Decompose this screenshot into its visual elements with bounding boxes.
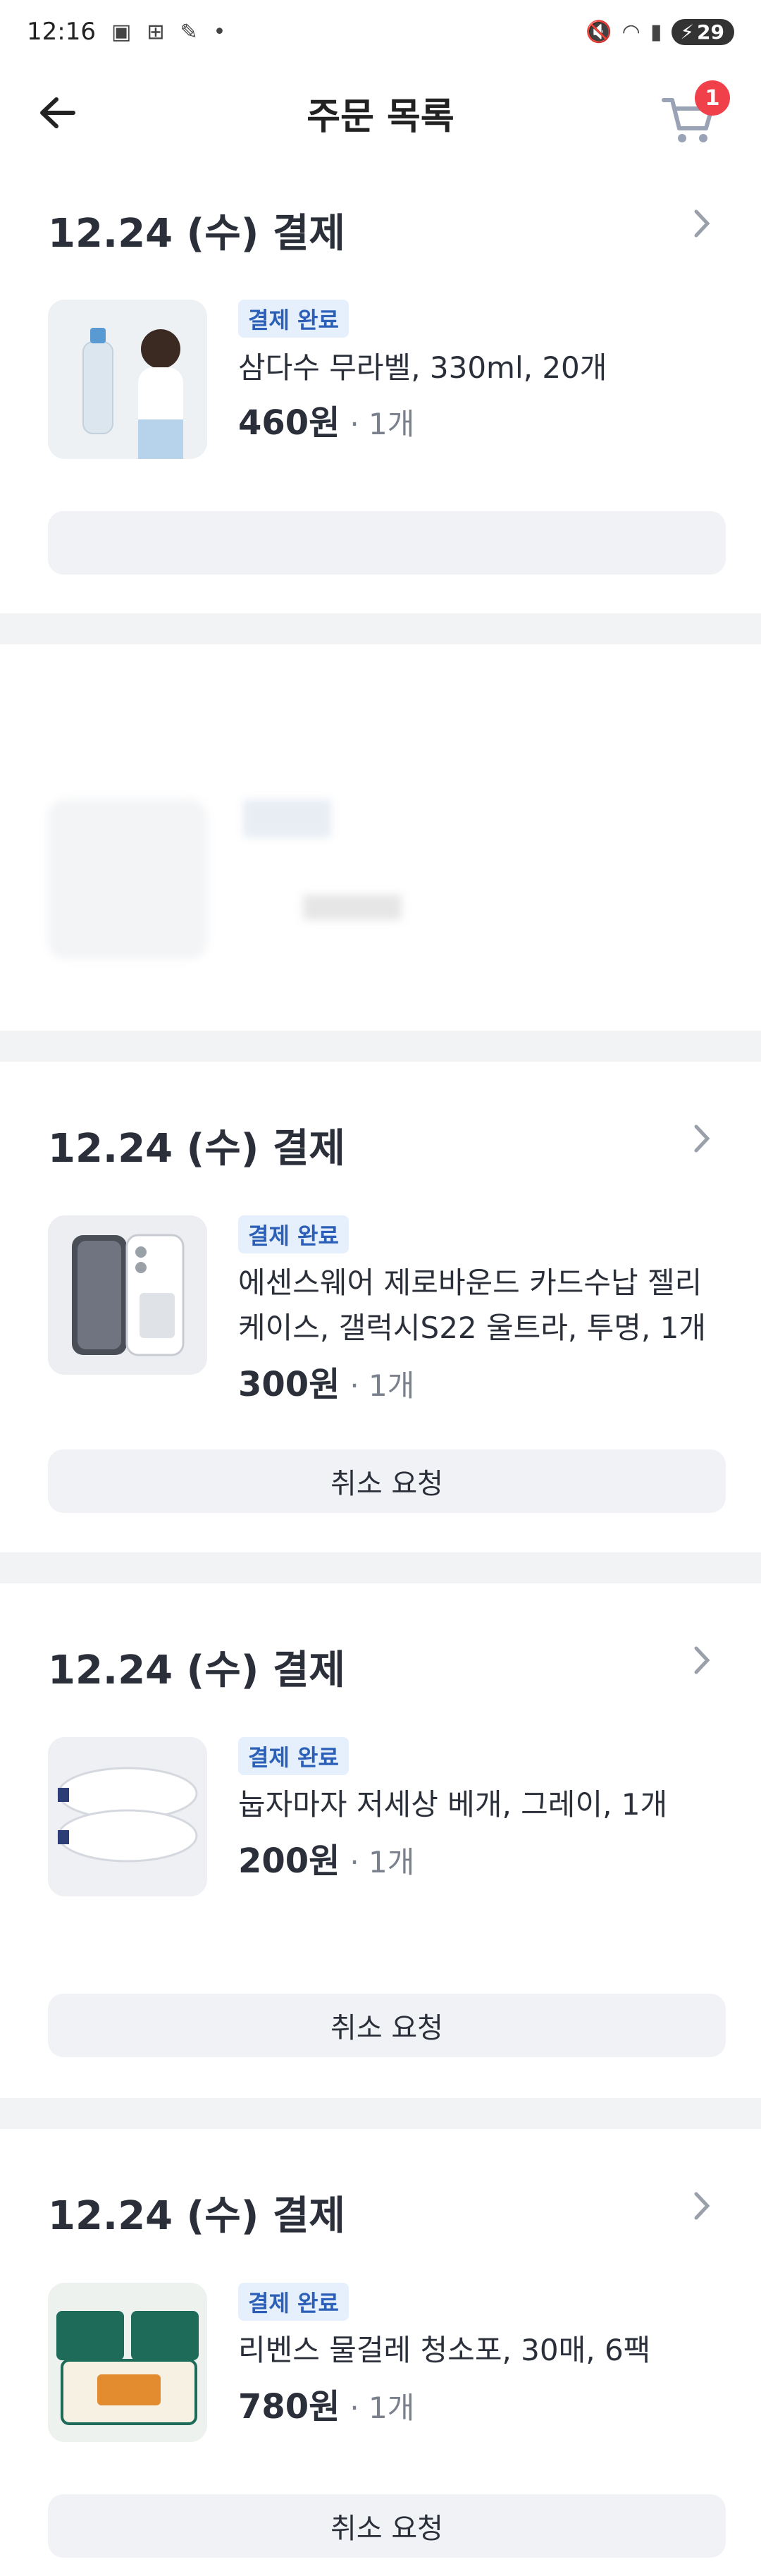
section-divider — [0, 1031, 761, 1062]
product-name[interactable]: 삼다수 무라벨, 330ml, 20개 — [238, 345, 731, 391]
product-name[interactable]: 에센스웨어 제로바운드 카드수납 젤리 케이스, 갤럭시S22 울트라, 투명,… — [238, 1261, 731, 1351]
product-thumbnail[interactable] — [48, 300, 207, 459]
app-icon: ✎ — [180, 19, 198, 44]
section-divider — [0, 1552, 761, 1583]
chevron-right-icon[interactable] — [688, 206, 716, 241]
order-card: 12.24 (수) 결제 결제 완료 삼다수 무라벨, 330ml, 20개 4… — [0, 162, 761, 613]
order-date: 12.24 (수) 결제 — [48, 211, 345, 257]
chevron-right-icon[interactable] — [688, 1121, 716, 1156]
product-price: 200원 — [238, 1841, 340, 1881]
product-quantity: · 1개 — [349, 1368, 415, 1403]
pillow-image — [48, 1737, 207, 1896]
price-row: 460원 · 1개 — [238, 395, 414, 444]
product-quantity: · 1개 — [349, 1845, 415, 1879]
chevron-right-icon[interactable] — [688, 1643, 716, 1678]
order-date: 12.24 (수) 결제 — [48, 2193, 345, 2239]
price-row: 780원 · 1개 — [238, 2379, 414, 2428]
back-arrow-icon — [40, 97, 75, 128]
price-row: 200원 · 1개 — [238, 1833, 414, 1882]
wet-wipes-image — [48, 2283, 207, 2442]
placeholder-thumbnail — [48, 799, 207, 959]
cancel-request-button[interactable]: 취소 요청 — [48, 1449, 726, 1513]
placeholder-badge — [243, 799, 331, 838]
price-row: 300원 · 1개 — [238, 1356, 414, 1406]
status-time: 12:16 — [27, 18, 96, 46]
cancel-request-button[interactable]: 취소 요청 — [48, 1994, 726, 2057]
product-price: 460원 — [238, 403, 340, 443]
product-name[interactable]: 눕자마자 저세상 베개, 그레이, 1개 — [238, 1782, 731, 1827]
status-bar: 12:16 ▣ ⊞ ✎ • 🔇 ◠ ▮ ⚡ 29 — [0, 0, 761, 63]
placeholder-text — [303, 895, 402, 920]
dot-icon: • — [213, 19, 226, 44]
product-quantity: · 1개 — [349, 407, 415, 441]
product-thumbnail[interactable] — [48, 1737, 207, 1896]
phone-case-image — [48, 1215, 207, 1375]
page-title: 주문 목록 — [307, 95, 454, 138]
status-badge: 결제 완료 — [238, 300, 349, 338]
order-card: 12.24 (수) 결제 결제 완료 에센스웨어 제로바운드 카드수납 젤리 케… — [0, 1062, 761, 1552]
product-thumbnail[interactable] — [48, 1215, 207, 1375]
section-divider — [0, 2098, 761, 2129]
water-bottle-image — [48, 300, 207, 459]
cancel-request-button[interactable]: 취소 요청 — [48, 2494, 726, 2558]
section-divider — [0, 613, 761, 644]
order-date: 12.24 (수) 결제 — [48, 1648, 345, 1693]
screenshot-icon: ▣ — [111, 19, 132, 44]
app-header: 주문 목록 1 — [0, 63, 761, 162]
product-price: 780원 — [238, 2387, 340, 2427]
product-quantity: · 1개 — [349, 2391, 415, 2425]
status-badge: 결제 완료 — [238, 1215, 349, 1253]
order-card: 12.24 (수) 결제 결제 완료 눕자마자 저세상 베개, 그레이, 1개 … — [0, 1583, 761, 2098]
order-date: 12.24 (수) 결제 — [48, 1126, 345, 1172]
battery-level: 29 — [697, 20, 724, 44]
product-name[interactable]: 리벤스 물걸레 청소포, 30매, 6팩 — [238, 2328, 731, 2373]
signal-icon: ▮ — [650, 19, 662, 44]
mute-icon: 🔇 — [586, 19, 612, 44]
order-card-placeholder — [0, 644, 761, 1031]
cart-badge: 1 — [695, 80, 730, 116]
status-badge: 결제 완료 — [238, 1737, 349, 1775]
cart-button[interactable]: 1 — [660, 80, 730, 144]
product-thumbnail[interactable] — [48, 2283, 207, 2442]
back-button[interactable] — [28, 85, 85, 141]
order-card: 12.24 (수) 결제 결제 완료 리벤스 물걸레 청소포, 30매, 6팩 … — [0, 2129, 761, 2576]
order-action-button[interactable] — [48, 511, 726, 575]
wifi-icon: ◠ — [621, 19, 641, 44]
status-badge: 결제 완료 — [238, 2283, 349, 2321]
battery-indicator: ⚡ 29 — [672, 18, 734, 45]
product-price: 300원 — [238, 1365, 340, 1404]
chevron-right-icon[interactable] — [688, 2188, 716, 2224]
qr-icon: ⊞ — [147, 19, 165, 44]
bolt-icon: ⚡ — [680, 20, 695, 44]
